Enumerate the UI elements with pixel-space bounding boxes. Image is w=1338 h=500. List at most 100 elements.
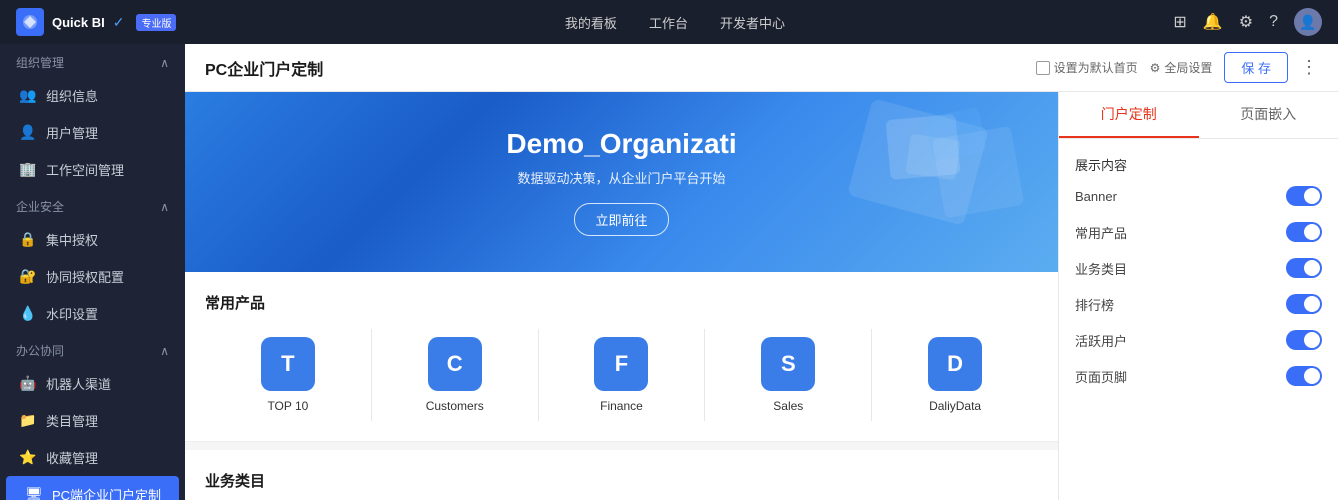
bell-icon[interactable]: 🔔 bbox=[1203, 12, 1223, 32]
more-icon[interactable]: ⋮ bbox=[1300, 57, 1318, 78]
logo-text: Quick BI bbox=[52, 15, 105, 30]
product-item-customers[interactable]: C Customers bbox=[372, 329, 539, 421]
products-title: 常用产品 bbox=[205, 292, 1038, 313]
sidebar-label-user-manage: 用户管理 bbox=[46, 123, 98, 142]
toggle-banner[interactable] bbox=[1286, 186, 1322, 206]
section-label-org: 组织管理 bbox=[16, 54, 64, 71]
auth-icon: 🔒 bbox=[20, 232, 36, 248]
global-settings-btn[interactable]: ⚙ 全局设置 bbox=[1150, 59, 1213, 76]
top-nav-right: ⊞ 🔔 ⚙ ? 👤 bbox=[1173, 8, 1322, 36]
preview-area: Demo_Organizati 数据驱动决策，从企业门户平台开始 立即前往 常用… bbox=[185, 92, 1058, 500]
top-nav: Quick BI ✓ 专业版 我的看板 工作台 开发者中心 ⊞ 🔔 ⚙ ? 👤 bbox=[0, 0, 1338, 44]
toggle-active-user[interactable] bbox=[1286, 330, 1322, 350]
default-home-check[interactable]: 设置为默认首页 bbox=[1036, 59, 1138, 76]
section-collab[interactable]: 办公协同 ∧ bbox=[0, 332, 185, 365]
section-security[interactable]: 企业安全 ∧ bbox=[0, 188, 185, 221]
product-item-dailydata[interactable]: D DaliyData bbox=[872, 329, 1038, 421]
sidebar-label-portal: PC端企业门户定制 bbox=[52, 485, 161, 500]
portal-icon: 🖥 bbox=[26, 487, 42, 500]
sidebar-item-watermark[interactable]: 💧 水印设置 bbox=[0, 295, 185, 332]
product-icon-sales: S bbox=[761, 337, 815, 391]
toggle-business[interactable] bbox=[1286, 258, 1322, 278]
business-title: 业务类目 bbox=[205, 470, 1038, 491]
product-item-sales[interactable]: S Sales bbox=[705, 329, 872, 421]
save-button[interactable]: 保 存 bbox=[1224, 52, 1288, 83]
top-nav-center: 我的看板 工作台 开发者中心 bbox=[565, 13, 785, 32]
product-name-customers: Customers bbox=[426, 399, 484, 413]
banner-subtitle: 数据驱动决策，从企业门户平台开始 bbox=[517, 168, 725, 187]
toggle-footer[interactable] bbox=[1286, 366, 1322, 386]
sidebar-label-collab-auth: 协同授权配置 bbox=[46, 267, 124, 286]
banner-cta-button[interactable]: 立即前往 bbox=[574, 203, 668, 236]
sidebar-item-org-info[interactable]: 👥 组织信息 bbox=[0, 77, 185, 114]
product-icon-finance: F bbox=[594, 337, 648, 391]
section-org-management[interactable]: 组织管理 ∧ bbox=[0, 44, 185, 77]
nav-developer[interactable]: 开发者中心 bbox=[720, 13, 785, 32]
product-letter-top10: T bbox=[281, 351, 294, 377]
sidebar-label-category: 类目管理 bbox=[46, 411, 98, 430]
product-item-top10[interactable]: T TOP 10 bbox=[205, 329, 372, 421]
sidebar-label-org-info: 组织信息 bbox=[46, 86, 98, 105]
tab-portal-customize[interactable]: 门户定制 bbox=[1059, 92, 1199, 138]
products-section: 常用产品 T TOP 10 C Customers bbox=[185, 272, 1058, 442]
workspace-icon: 🏢 bbox=[20, 162, 36, 178]
toggle-label-ranking: 排行榜 bbox=[1075, 295, 1114, 314]
grid-icon[interactable]: ⊞ bbox=[1173, 12, 1186, 32]
toggle-ranking[interactable] bbox=[1286, 294, 1322, 314]
product-icon-customers: C bbox=[428, 337, 482, 391]
tab-page-embed[interactable]: 页面嵌入 bbox=[1199, 92, 1338, 138]
product-item-finance[interactable]: F Finance bbox=[539, 329, 706, 421]
user-group-icon: 👥 bbox=[20, 88, 36, 104]
sidebar-label-robot: 机器人渠道 bbox=[46, 374, 111, 393]
sidebar-item-collab-auth[interactable]: 🔐 协同授权配置 bbox=[0, 258, 185, 295]
page-header: PC企业门户定制 设置为默认首页 ⚙ 全局设置 保 存 ⋮ bbox=[185, 44, 1338, 92]
product-name-dailydata: DaliyData bbox=[929, 399, 981, 413]
product-name-top10: TOP 10 bbox=[267, 399, 308, 413]
global-settings-label: 全局设置 bbox=[1164, 59, 1212, 76]
sidebar: 组织管理 ∧ 👥 组织信息 👤 用户管理 🏢 工作空间管理 企业安全 ∧ 🔒 集… bbox=[0, 44, 185, 500]
avatar[interactable]: 👤 bbox=[1294, 8, 1322, 36]
section-label-collab: 办公协同 bbox=[16, 342, 64, 359]
sidebar-item-workspace[interactable]: 🏢 工作空间管理 bbox=[0, 151, 185, 188]
toggle-row-business: 业务类目 bbox=[1075, 258, 1322, 278]
watermark-icon: 💧 bbox=[20, 306, 36, 322]
right-panel: 门户定制 页面嵌入 展示内容 Banner 常用产品 业务类目 bbox=[1058, 92, 1338, 500]
toggle-row-products: 常用产品 bbox=[1075, 222, 1322, 242]
chevron-up-icon-2: ∧ bbox=[160, 200, 169, 214]
sidebar-item-portal[interactable]: 🖥 PC端企业门户定制 bbox=[6, 476, 179, 500]
page-title: PC企业门户定制 bbox=[205, 56, 323, 80]
sidebar-label-auth: 集中授权 bbox=[46, 230, 98, 249]
banner: Demo_Organizati 数据驱动决策，从企业门户平台开始 立即前往 bbox=[185, 92, 1058, 272]
toggle-products[interactable] bbox=[1286, 222, 1322, 242]
product-letter-finance: F bbox=[615, 351, 628, 377]
checkbox-icon[interactable] bbox=[1036, 61, 1050, 75]
product-letter-customers: C bbox=[447, 351, 463, 377]
product-letter-sales: S bbox=[781, 351, 796, 377]
sidebar-item-user-manage[interactable]: 👤 用户管理 bbox=[0, 114, 185, 151]
sidebar-item-category[interactable]: 📁 类目管理 bbox=[0, 402, 185, 439]
settings-icon[interactable]: ⚙ bbox=[1239, 12, 1253, 32]
toggle-label-banner: Banner bbox=[1075, 189, 1117, 204]
nav-dashboard[interactable]: 我的看板 bbox=[565, 13, 617, 32]
logo-area: Quick BI ✓ 专业版 bbox=[16, 8, 176, 36]
main-layout: 组织管理 ∧ 👥 组织信息 👤 用户管理 🏢 工作空间管理 企业安全 ∧ 🔒 集… bbox=[0, 44, 1338, 500]
pro-badge: 专业版 bbox=[136, 14, 176, 31]
content-area: PC企业门户定制 设置为默认首页 ⚙ 全局设置 保 存 ⋮ bbox=[185, 44, 1338, 500]
robot-icon: 🤖 bbox=[20, 376, 36, 392]
toggle-label-footer: 页面页脚 bbox=[1075, 367, 1127, 386]
sidebar-item-robot[interactable]: 🤖 机器人渠道 bbox=[0, 365, 185, 402]
sidebar-item-auth[interactable]: 🔒 集中授权 bbox=[0, 221, 185, 258]
toggle-label-active-user: 活跃用户 bbox=[1075, 331, 1127, 350]
sidebar-label-workspace: 工作空间管理 bbox=[46, 160, 124, 179]
toggle-row-active-user: 活跃用户 bbox=[1075, 330, 1322, 350]
panel-section-label: 展示内容 bbox=[1075, 155, 1322, 174]
sidebar-label-collect: 收藏管理 bbox=[46, 448, 98, 467]
logo-icon bbox=[16, 8, 44, 36]
toggle-row-banner: Banner bbox=[1075, 186, 1322, 206]
version-icon: ✓ bbox=[113, 14, 125, 31]
product-icon-dailydata: D bbox=[928, 337, 982, 391]
collect-icon: ⭐ bbox=[20, 450, 36, 466]
nav-workspace[interactable]: 工作台 bbox=[649, 13, 688, 32]
sidebar-item-collect[interactable]: ⭐ 收藏管理 bbox=[0, 439, 185, 476]
help-icon[interactable]: ? bbox=[1269, 13, 1278, 31]
